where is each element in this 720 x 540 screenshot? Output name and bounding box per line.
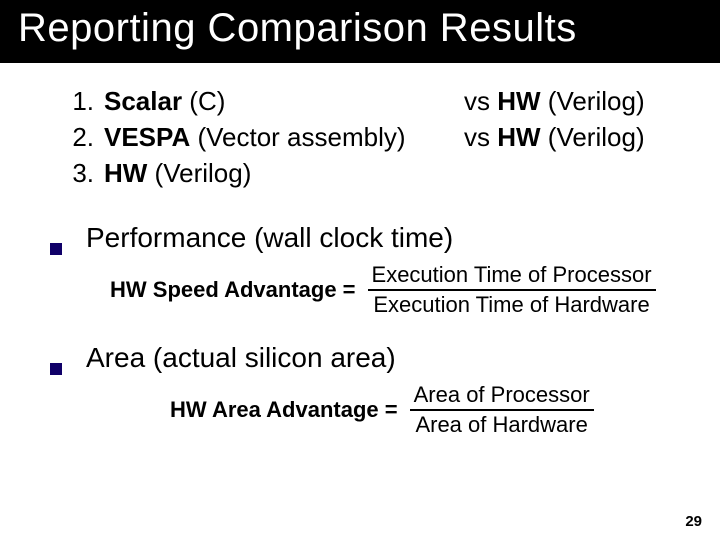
vs-bold: HW — [497, 122, 540, 152]
bullet-performance: Performance (wall clock time) — [50, 222, 670, 254]
list-rest: (C) — [182, 86, 225, 116]
formula-speed: HW Speed Advantage = Execution Time of P… — [50, 262, 670, 318]
list-main: HW (Verilog) — [104, 157, 464, 191]
list-vs: vs HW (Verilog) — [464, 121, 645, 155]
list-num: 2. — [50, 121, 104, 155]
bullet-area: Area (actual silicon area) — [50, 342, 670, 374]
list-main: VESPA (Vector assembly) — [104, 121, 464, 155]
formula-lhs: HW Area Advantage = — [170, 397, 398, 423]
fraction: Execution Time of Processor Execution Ti… — [368, 262, 656, 318]
title-band: Reporting Comparison Results — [0, 0, 720, 63]
vs-rest: (Verilog) — [541, 86, 645, 116]
vs-prefix: vs — [464, 122, 497, 152]
slide-title: Reporting Comparison Results — [18, 6, 577, 50]
vs-rest: (Verilog) — [541, 122, 645, 152]
fraction: Area of Processor Area of Hardware — [410, 382, 594, 438]
list-main: Scalar (C) — [104, 85, 464, 119]
list-vs: vs HW (Verilog) — [464, 85, 645, 119]
slide: Reporting Comparison Results 1. Scalar (… — [0, 0, 720, 540]
list-num: 1. — [50, 85, 104, 119]
fraction-denominator: Execution Time of Hardware — [369, 291, 653, 318]
list-bold: HW — [104, 158, 147, 188]
bullet-text: Area (actual silicon area) — [86, 342, 396, 374]
list-row-3: 3. HW (Verilog) — [50, 157, 670, 191]
slide-number: 29 — [685, 513, 702, 530]
fraction-numerator: Execution Time of Processor — [368, 262, 656, 289]
formula-lhs: HW Speed Advantage = — [110, 277, 356, 303]
formula-area: HW Area Advantage = Area of Processor Ar… — [50, 382, 670, 438]
bullet-text: Performance (wall clock time) — [86, 222, 453, 254]
vs-bold: HW — [497, 86, 540, 116]
list-bold: Scalar — [104, 86, 182, 116]
list-bold: VESPA — [104, 122, 190, 152]
fraction-denominator: Area of Hardware — [411, 411, 591, 438]
vs-prefix: vs — [464, 86, 497, 116]
fraction-numerator: Area of Processor — [410, 382, 594, 409]
list-row-1: 1. Scalar (C) vs HW (Verilog) — [50, 85, 670, 119]
list-rest: (Vector assembly) — [190, 122, 405, 152]
list-num: 3. — [50, 157, 104, 191]
bullet-icon — [50, 243, 62, 255]
bullet-icon — [50, 363, 62, 375]
slide-content: 1. Scalar (C) vs HW (Verilog) 2. VESPA (… — [0, 63, 720, 438]
list-row-2: 2. VESPA (Vector assembly) vs HW (Verilo… — [50, 121, 670, 155]
list-rest: (Verilog) — [147, 158, 251, 188]
